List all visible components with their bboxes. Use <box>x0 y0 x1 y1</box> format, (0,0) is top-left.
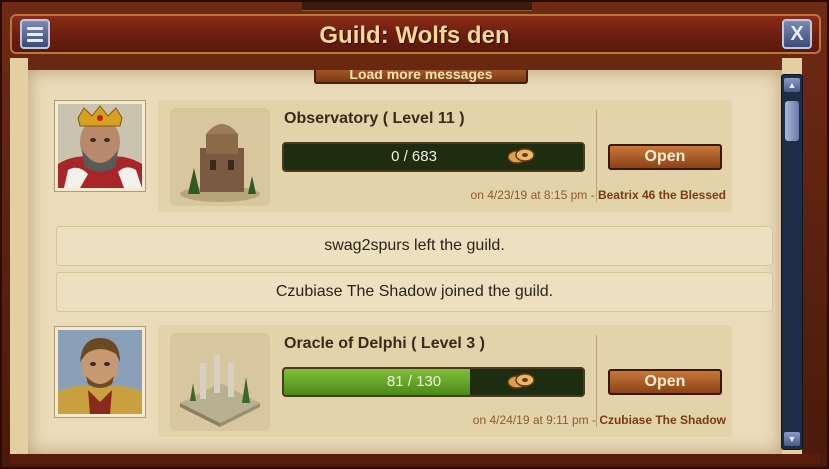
scrollbar[interactable]: ▲ ▼ <box>781 74 803 450</box>
building-name: Observatory ( Level 11 ) <box>284 110 465 127</box>
avatar[interactable] <box>55 327 145 417</box>
scroll-up-icon[interactable]: ▲ <box>784 78 800 92</box>
guild-window: Guild: Wolfs den X Load more messages Ob… <box>0 0 829 469</box>
close-button[interactable]: X <box>782 19 812 49</box>
menu-button[interactable] <box>20 19 50 49</box>
frame-left <box>10 58 28 458</box>
king-portrait <box>58 104 142 188</box>
hamburger-icon <box>27 24 43 45</box>
chat-card-building: Observatory ( Level 11 ) 0 / 683 Open on… <box>158 100 732 212</box>
progress-text: 81 / 130 <box>386 373 442 390</box>
building-thumbnail <box>170 333 270 431</box>
chat-card-building: Oracle of Delphi ( Level 3 ) 81 / 130 Op… <box>158 325 732 437</box>
system-message: swag2spurs left the guild. <box>56 226 773 266</box>
close-icon: X <box>790 22 804 45</box>
open-button[interactable]: Open <box>608 144 722 170</box>
frame-bottom <box>10 454 820 464</box>
avatar[interactable] <box>55 101 145 191</box>
top-decoration <box>302 2 532 11</box>
observatory-image <box>180 124 260 202</box>
system-message: Czubiase The Shadow joined the guild. <box>56 272 773 312</box>
forge-points-icon <box>507 148 535 164</box>
building-name: Oracle of Delphi ( Level 3 ) <box>284 335 485 352</box>
progress-bar: 81 / 130 <box>282 367 585 397</box>
oracle-image <box>180 355 260 427</box>
author-link[interactable]: Czubiase The Shadow <box>599 413 726 427</box>
scroll-thumb[interactable] <box>785 101 799 141</box>
load-more-button[interactable]: Load more messages <box>314 70 528 84</box>
building-thumbnail <box>170 108 270 206</box>
scroll-down-icon[interactable]: ▼ <box>784 432 800 446</box>
forge-points-icon <box>507 373 535 389</box>
author-link[interactable]: Beatrix 46 the Blessed <box>598 188 726 202</box>
timestamp: on 4/24/19 at 9:11 pm - <box>472 413 600 427</box>
window-title: Guild: Wolfs den <box>319 22 510 49</box>
post-meta: on 4/23/19 at 8:15 pm - Beatrix 46 the B… <box>471 188 726 202</box>
progress-bar: 0 / 683 <box>282 142 585 172</box>
progress-text: 0 / 683 <box>391 148 437 165</box>
open-button[interactable]: Open <box>608 369 722 395</box>
post-meta: on 4/24/19 at 9:11 pm - Czubiase The Sha… <box>473 413 726 427</box>
chat-area: Load more messages Observatory (Level 1… <box>28 70 782 454</box>
timestamp: on 4/23/19 at 8:15 pm - <box>470 188 598 202</box>
hero-portrait <box>58 330 142 414</box>
